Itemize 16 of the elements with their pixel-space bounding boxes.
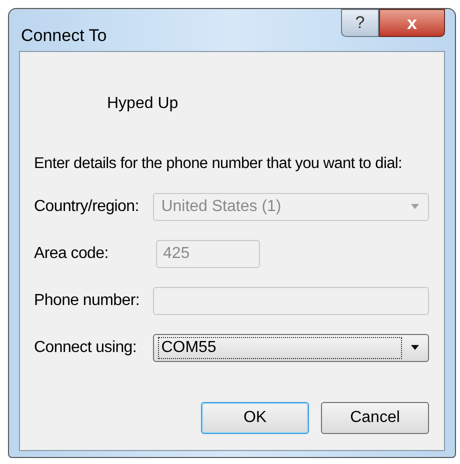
ok-button[interactable]: OK (201, 402, 309, 434)
cancel-button[interactable]: Cancel (321, 402, 429, 434)
dropdown-value: United States (1) (160, 197, 282, 218)
help-button[interactable]: ? (341, 9, 379, 37)
field-value: 425 (163, 244, 190, 264)
field-label: Connect using: (34, 338, 138, 358)
entry-name: Hyped Up (107, 94, 180, 114)
field-label: Phone number: (34, 291, 141, 312)
field-label: Area code: (34, 244, 110, 264)
field-label: Country/region: (34, 197, 140, 218)
window-title: Connect To (21, 25, 108, 47)
dropdown[interactable]: COM55 (153, 334, 429, 362)
dropdown-value: COM55 (158, 337, 402, 360)
instruction-text: Enter details for the phone number that you want to dial: (34, 154, 404, 174)
caret-icon (410, 345, 420, 352)
caret-icon (410, 204, 420, 210)
